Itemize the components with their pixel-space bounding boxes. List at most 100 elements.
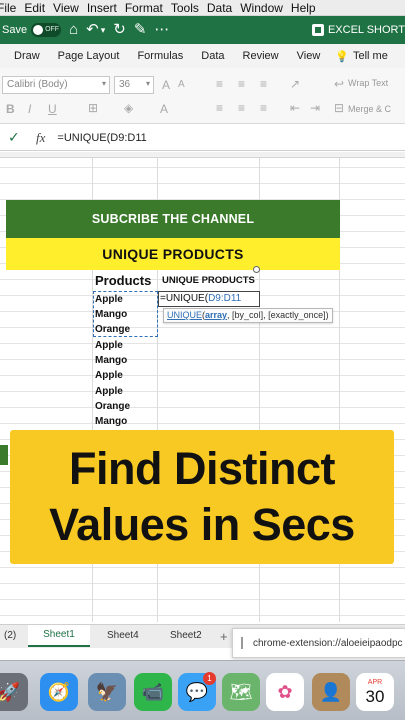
menu-window[interactable]: Window: [240, 1, 291, 15]
calendar-icon[interactable]: APR 30: [356, 673, 394, 711]
document-title-area: EXCEL SHORT: [311, 16, 405, 44]
more-icon[interactable]: ⋯: [154, 16, 169, 44]
edit-icon[interactable]: ✎: [134, 16, 147, 44]
unique-products-header[interactable]: UNIQUE PRODUCTS: [162, 275, 255, 286]
menu-insert[interactable]: Insert: [87, 1, 125, 15]
contacts-icon[interactable]: 👤: [312, 673, 350, 711]
wrap-text-label[interactable]: Wrap Text: [348, 78, 388, 88]
product-cell[interactable]: Apple: [95, 338, 123, 353]
font-name-select[interactable]: Calibri (Body) ▾: [2, 76, 110, 94]
menu-tools[interactable]: Tools: [171, 1, 207, 15]
products-header[interactable]: Products: [95, 273, 151, 288]
check-icon[interactable]: ✓: [8, 129, 22, 146]
align-bottom-icon[interactable]: ≡: [260, 77, 267, 91]
align-middle-icon[interactable]: ≡: [238, 77, 245, 91]
tooltip-arg-array[interactable]: array: [205, 310, 227, 320]
chevron-down-icon[interactable]: ▾: [101, 16, 106, 44]
preview-icon[interactable]: 🦅: [88, 673, 126, 711]
merge-label[interactable]: Merge & C: [348, 104, 391, 114]
notification-badge: 1: [203, 672, 216, 685]
menu-format[interactable]: Format: [125, 1, 171, 15]
font-name-value: Calibri (Body): [7, 79, 68, 90]
undo-icon[interactable]: ↶: [86, 16, 99, 44]
hidden-banner-edge: [0, 445, 8, 465]
align-left-icon[interactable]: ≡: [216, 101, 223, 115]
sheet-tab-sheet2[interactable]: Sheet2: [170, 630, 202, 641]
title-toolbar: Save OFF ⌂ ↶ ▾ ↻ ✎ ⋯ EXCEL SHORT: [0, 16, 405, 44]
safari-icon[interactable]: 🧭: [40, 673, 78, 711]
sheet-tab-sheet1[interactable]: Sheet1: [28, 625, 90, 647]
redo-icon[interactable]: ↻: [113, 16, 126, 44]
sheet-tab-fragment[interactable]: (2): [4, 630, 16, 641]
formula-bar: ✓ fx =UNIQUE(D9:D11: [0, 125, 405, 151]
extension-popup[interactable]: chrome-extension://aloeieipaodpc: [232, 628, 405, 658]
tell-me[interactable]: 💡 Tell me: [335, 50, 388, 63]
bold-icon[interactable]: B: [6, 102, 15, 116]
font-size-value: 36: [119, 79, 131, 90]
tab-review[interactable]: Review: [234, 50, 288, 62]
menu-data[interactable]: Data: [207, 1, 240, 15]
font-size-select[interactable]: 36 ▾: [114, 76, 154, 94]
align-right-icon[interactable]: ≡: [260, 101, 267, 115]
product-cell[interactable]: Apple: [95, 384, 123, 399]
fx-icon[interactable]: fx: [36, 130, 45, 146]
product-cell[interactable]: Mango: [95, 414, 127, 429]
italic-icon[interactable]: I: [28, 102, 31, 116]
maps-icon[interactable]: 🗺: [222, 673, 260, 711]
column-header-strip: [0, 152, 405, 158]
product-cell[interactable]: Orange: [95, 399, 130, 414]
underline-icon[interactable]: U: [48, 102, 57, 116]
resize-handle[interactable]: [253, 266, 260, 273]
align-center-icon[interactable]: ≡: [238, 101, 245, 115]
fill-color-icon[interactable]: ◈: [124, 101, 133, 115]
font-color-icon[interactable]: A: [160, 102, 168, 116]
tab-data[interactable]: Data: [192, 50, 233, 62]
add-sheet-button[interactable]: +: [220, 629, 228, 644]
excel-file-icon: [311, 24, 324, 36]
menu-view[interactable]: View: [53, 1, 87, 15]
menu-help[interactable]: Help: [291, 1, 324, 15]
lightbulb-icon: 💡: [335, 50, 349, 63]
tab-draw[interactable]: Draw: [0, 50, 49, 62]
orientation-icon[interactable]: ↗: [290, 77, 300, 91]
tooltip-args-rest: , [by_col], [exactly_once]): [227, 310, 329, 320]
calendar-month: APR: [367, 678, 383, 686]
subscribe-banner: SUBCRIBE THE CHANNEL: [6, 200, 340, 238]
caption-line-2: Values in Secs: [49, 499, 355, 550]
edit-formula-ref: D9:D11: [208, 293, 242, 304]
product-cell[interactable]: Apple: [95, 368, 123, 383]
increase-indent-icon[interactable]: ⇥: [310, 101, 320, 115]
photos-icon[interactable]: ✿: [266, 673, 304, 711]
menu-file[interactable]: File: [0, 1, 24, 15]
sheet-tab-sheet4[interactable]: Sheet4: [107, 630, 139, 641]
wrap-text-icon[interactable]: ↩: [334, 77, 344, 91]
range-selection-marquee: [93, 291, 158, 337]
chevron-down-icon: ▾: [145, 79, 150, 88]
product-cell[interactable]: Mango: [95, 353, 127, 368]
launchpad-icon[interactable]: 🚀: [0, 673, 28, 711]
calendar-day: 30: [365, 686, 385, 706]
chevron-down-icon: ▾: [101, 79, 106, 88]
autosave: Save OFF: [2, 23, 62, 37]
align-top-icon[interactable]: ≡: [216, 77, 223, 91]
active-cell-editor[interactable]: =UNIQUE(D9:D11: [158, 291, 260, 307]
formula-input[interactable]: =UNIQUE(D9:D11: [57, 132, 146, 144]
ribbon-tabs: Draw Page Layout Formulas Data Review Vi…: [0, 44, 405, 68]
tab-view[interactable]: View: [288, 50, 330, 62]
tab-formulas[interactable]: Formulas: [128, 50, 192, 62]
decrease-indent-icon[interactable]: ⇤: [290, 101, 300, 115]
function-tooltip[interactable]: UNIQUE(array, [by_col], [exactly_once]): [163, 308, 333, 323]
home-icon[interactable]: ⌂: [69, 16, 78, 44]
menu-edit[interactable]: Edit: [24, 1, 53, 15]
merge-icon[interactable]: ⊟: [334, 101, 344, 115]
tell-me-label: Tell me: [352, 50, 388, 62]
borders-icon[interactable]: ⊞: [88, 101, 98, 115]
edit-formula-prefix: =UNIQUE(: [160, 293, 209, 304]
tab-page-layout[interactable]: Page Layout: [49, 50, 129, 62]
increase-font-icon[interactable]: A: [162, 78, 170, 92]
decrease-font-icon[interactable]: A: [178, 79, 185, 90]
tooltip-function-name[interactable]: UNIQUE: [167, 310, 202, 320]
facetime-icon[interactable]: 📹: [134, 673, 172, 711]
document-title: EXCEL SHORT: [327, 24, 405, 36]
autosave-toggle[interactable]: OFF: [31, 23, 62, 37]
